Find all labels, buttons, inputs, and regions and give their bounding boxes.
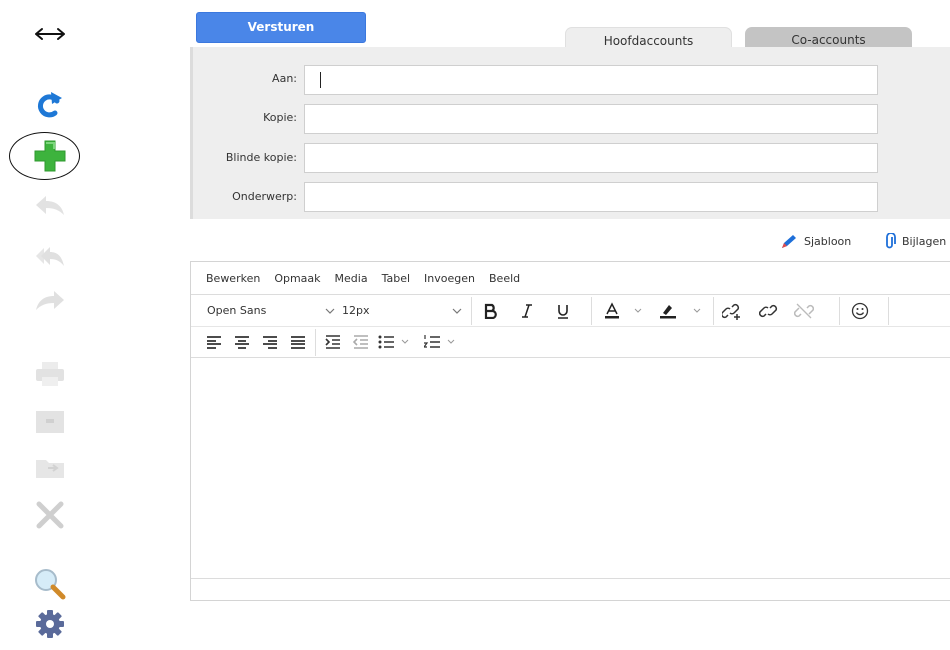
underline-icon[interactable] <box>549 295 577 326</box>
add-icon[interactable] <box>28 138 72 174</box>
subject-label: Onderwerp: <box>232 190 297 203</box>
refresh-icon[interactable] <box>28 86 72 122</box>
menu-media[interactable]: Media <box>335 272 368 285</box>
to-label: Aan: <box>272 72 297 85</box>
font-size-select[interactable]: 12px <box>336 295 468 326</box>
paperclip-icon <box>886 233 896 249</box>
chevron-down-icon <box>325 308 335 314</box>
editor-content-area[interactable] <box>191 358 950 578</box>
cc-field[interactable] <box>304 104 878 134</box>
menu-view[interactable]: Beeld <box>489 272 520 285</box>
cc-label: Kopie: <box>263 111 297 124</box>
bcc-label: Blinde kopie: <box>225 151 297 164</box>
reply-icon[interactable] <box>28 187 72 223</box>
settings-icon[interactable] <box>28 606 72 642</box>
editor-toolbar-paragraph <box>191 327 950 358</box>
menu-insert[interactable]: Invoegen <box>424 272 475 285</box>
align-justify-icon[interactable] <box>287 327 309 357</box>
left-toolbar <box>0 0 100 650</box>
archive-icon[interactable] <box>28 404 72 440</box>
move-icon[interactable] <box>28 450 72 486</box>
insert-link-icon[interactable] <box>719 295 747 326</box>
outdent-icon[interactable] <box>349 327 373 357</box>
menu-format[interactable]: Opmaak <box>274 272 320 285</box>
pencil-icon <box>782 235 796 248</box>
text-color-icon[interactable] <box>601 295 651 326</box>
unlink-icon[interactable] <box>789 295 819 326</box>
attachments-label: Bijlagen <box>902 234 947 248</box>
align-center-icon[interactable] <box>231 327 253 357</box>
bold-icon[interactable] <box>477 295 505 326</box>
editor-statusbar <box>191 578 950 600</box>
highlight-color-icon[interactable] <box>656 295 710 326</box>
attachments-link[interactable]: Bijlagen <box>884 233 946 249</box>
numbered-list-icon[interactable] <box>423 327 465 357</box>
align-left-icon[interactable] <box>203 327 225 357</box>
template-label: Sjabloon <box>804 234 852 248</box>
text-cursor <box>320 72 321 88</box>
emoji-icon[interactable] <box>845 295 875 326</box>
search-icon[interactable] <box>28 566 72 602</box>
menu-table[interactable]: Tabel <box>382 272 410 285</box>
to-field[interactable] <box>304 65 878 95</box>
resize-horizontal-icon[interactable] <box>28 16 72 52</box>
bcc-field[interactable] <box>304 143 878 173</box>
header-panel: Aan: Kopie: Blinde kopie: Onderwerp: <box>190 47 950 219</box>
editor-toolbar-formatting: Open Sans 12px <box>191 295 950 327</box>
editor-menubar: Bewerken Opmaak Media Tabel Invoegen Bee… <box>191 262 950 295</box>
link-icon[interactable] <box>755 295 783 326</box>
rich-text-editor: Bewerken Opmaak Media Tabel Invoegen Bee… <box>190 261 950 601</box>
italic-icon[interactable] <box>513 295 541 326</box>
chevron-down-icon <box>452 308 462 314</box>
reply-all-icon[interactable] <box>28 238 72 274</box>
forward-icon[interactable] <box>28 282 72 318</box>
font-family-select[interactable]: Open Sans <box>201 295 341 326</box>
bullet-list-icon[interactable] <box>377 327 419 357</box>
indent-icon[interactable] <box>321 327 345 357</box>
subject-field[interactable] <box>304 182 878 212</box>
delete-icon[interactable] <box>28 497 72 533</box>
print-icon[interactable] <box>28 356 72 392</box>
template-link[interactable]: Sjabloon <box>780 233 851 249</box>
menu-edit[interactable]: Bewerken <box>206 272 260 285</box>
send-button[interactable]: Versturen <box>196 12 366 43</box>
align-right-icon[interactable] <box>259 327 281 357</box>
